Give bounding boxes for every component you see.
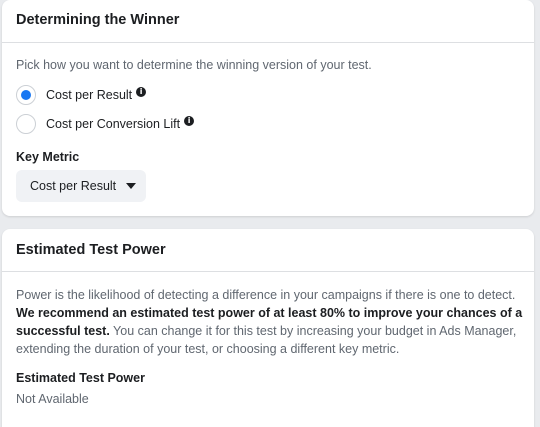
divider [2,42,534,43]
winner-description: Pick how you want to determine the winni… [16,58,372,72]
key-metric-label: Key Metric [16,150,80,164]
estimated-power-value: Not Available [16,392,89,406]
info-circle-icon[interactable]: i [184,116,195,126]
power-section-title: Estimated Test Power [16,242,166,258]
key-metric-dropdown-value: Cost per Result [30,179,117,193]
key-metric-dropdown[interactable]: Cost per Result [16,170,146,202]
divider [2,271,534,272]
power-description: Power is the likelihood of detecting a d… [16,286,526,358]
radio-selected-dot [21,90,31,100]
radio-option-cost-per-result[interactable]: Cost per Result i [16,84,147,106]
power-description-intro: Power is the likelihood of detecting a d… [16,288,516,302]
caret-down-icon [126,183,137,189]
radio-label-cost-per-conversion-lift: Cost per Conversion Lift [46,117,181,131]
info-circle-icon[interactable]: i [136,87,147,97]
winner-section-title: Determining the Winner [16,12,180,28]
determining-winner-card: Determining the Winner Pick how you want… [2,0,534,216]
radio-option-cost-per-conversion-lift[interactable]: Cost per Conversion Lift i [16,113,195,135]
estimated-test-power-card: Estimated Test Power Power is the likeli… [2,229,534,427]
radio-button-unselected[interactable] [16,114,36,134]
radio-button-selected[interactable] [16,85,36,105]
estimated-power-label: Estimated Test Power [16,371,145,385]
radio-label-cost-per-result: Cost per Result [46,88,133,102]
